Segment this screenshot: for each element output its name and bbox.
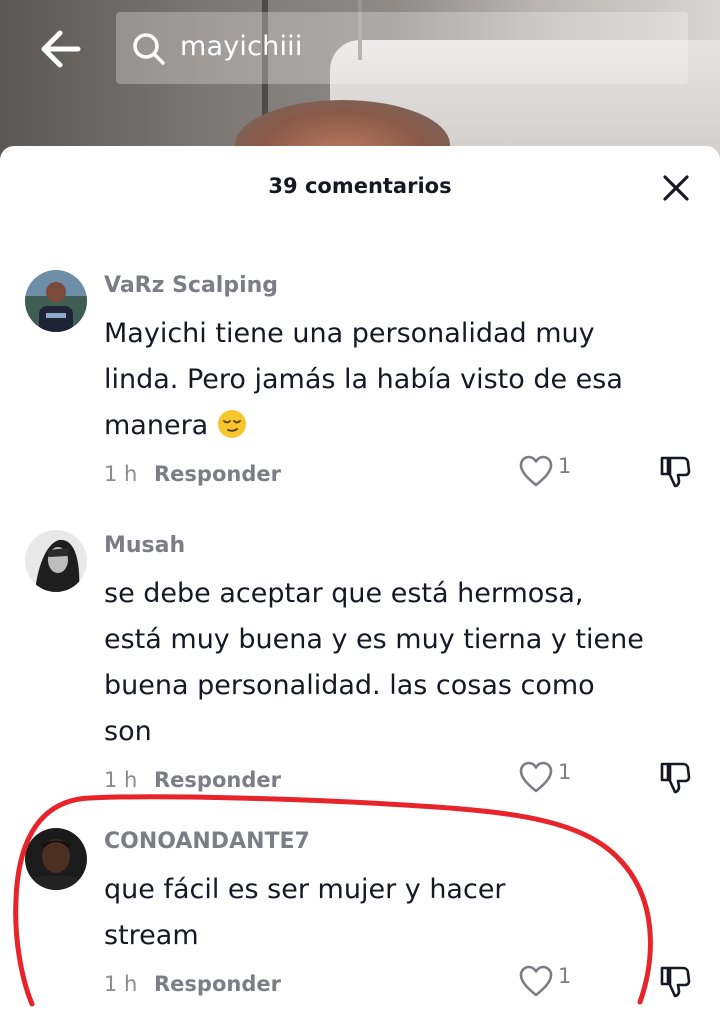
reply-button[interactable]: Responder bbox=[154, 972, 281, 996]
comment-username[interactable]: VaRz Scalping bbox=[104, 273, 278, 298]
dislike-button[interactable] bbox=[658, 760, 692, 794]
comments-sheet: 39 comentarios VaRz Scalping Mayichi tie… bbox=[0, 146, 720, 1012]
heart-icon bbox=[519, 761, 553, 793]
dislike-button[interactable] bbox=[658, 964, 692, 998]
dislike-icon bbox=[660, 456, 691, 488]
close-button[interactable] bbox=[660, 172, 692, 204]
like-count: 1 bbox=[558, 454, 572, 478]
like-button[interactable]: 1 bbox=[518, 964, 578, 998]
reply-button[interactable]: Responder bbox=[154, 462, 281, 486]
heart-icon bbox=[519, 965, 553, 997]
like-count: 1 bbox=[558, 964, 572, 988]
avatar[interactable] bbox=[25, 270, 87, 332]
dislike-icon bbox=[660, 966, 691, 998]
avatar-image bbox=[25, 530, 87, 592]
heart-icon bbox=[519, 455, 553, 487]
avatar[interactable] bbox=[25, 530, 87, 592]
comments-count-title: 39 comentarios bbox=[268, 174, 452, 198]
comment-time: 1 h bbox=[104, 462, 138, 486]
like-button[interactable]: 1 bbox=[518, 454, 578, 488]
search-icon bbox=[133, 33, 165, 65]
back-button[interactable] bbox=[34, 22, 88, 76]
top-bar: mayichiii bbox=[0, 0, 720, 100]
dislike-icon bbox=[660, 762, 691, 794]
avatar[interactable] bbox=[25, 828, 87, 890]
comment-body: Mayichi tiene una personalidad muy linda… bbox=[104, 318, 623, 441]
search-bar[interactable]: mayichiii bbox=[116, 12, 688, 84]
comment-text: Mayichi tiene una personalidad muy linda… bbox=[104, 311, 664, 449]
search-query: mayichiii bbox=[180, 31, 303, 62]
reply-button[interactable]: Responder bbox=[154, 768, 281, 792]
avatar-image bbox=[25, 828, 87, 890]
back-arrow-icon bbox=[41, 30, 81, 68]
relieved-face-icon bbox=[217, 410, 246, 438]
avatar-image bbox=[25, 270, 87, 332]
like-count: 1 bbox=[558, 760, 572, 784]
comment-time: 1 h bbox=[104, 768, 138, 792]
close-icon bbox=[663, 175, 689, 201]
comment-text: que fácil es ser mujer y hacer stream bbox=[104, 874, 506, 951]
like-button[interactable]: 1 bbox=[518, 760, 578, 794]
dislike-button[interactable] bbox=[658, 454, 692, 488]
comment-username[interactable]: Musah bbox=[104, 533, 185, 558]
comment-time: 1 h bbox=[104, 972, 138, 996]
comment-username[interactable]: CONOANDANTE7 bbox=[104, 829, 310, 854]
comment-text: se debe aceptar que está hermosa, está m… bbox=[104, 578, 644, 747]
